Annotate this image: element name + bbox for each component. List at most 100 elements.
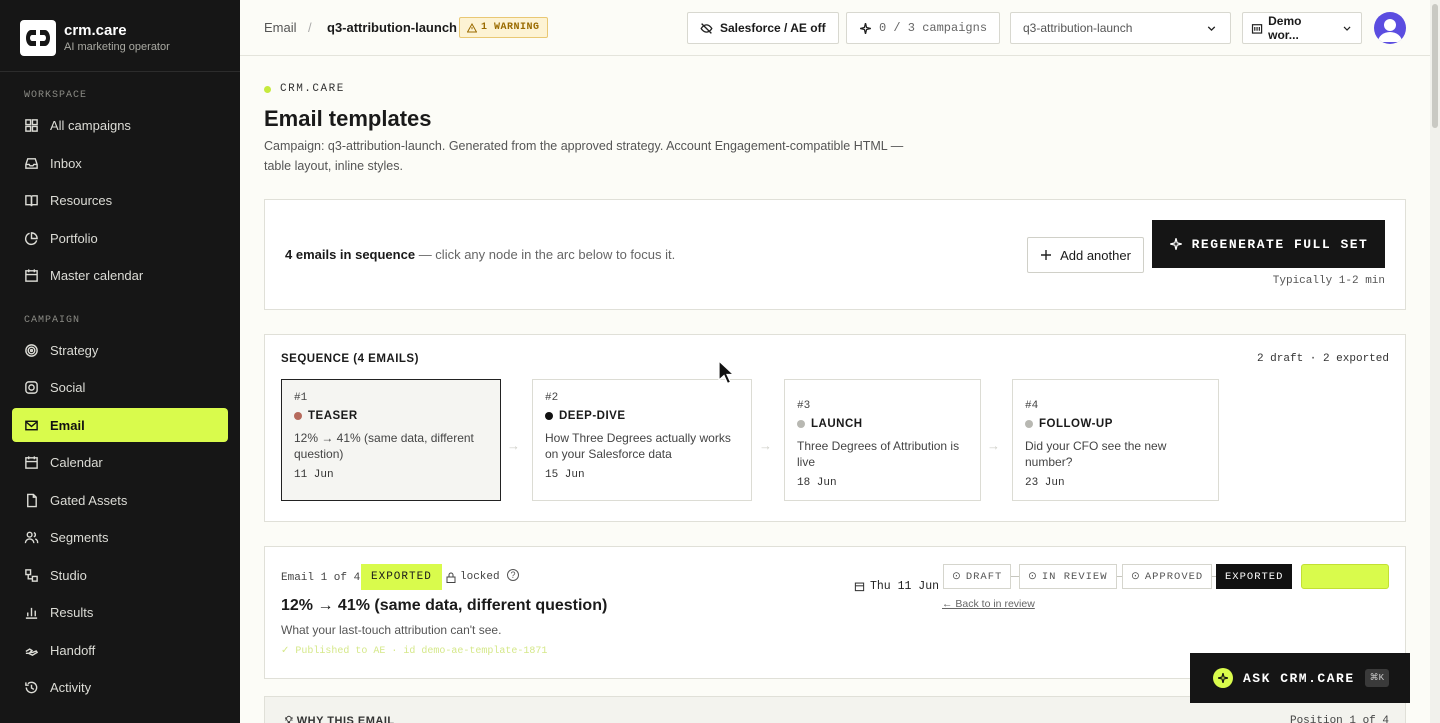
sidebar-item-inbox[interactable]: Inbox bbox=[12, 146, 228, 180]
sequence-title: SEQUENCE (4 EMAILS) bbox=[281, 353, 419, 365]
why-title-label: WHY THIS EMAIL bbox=[296, 715, 395, 723]
topbar: Email / q3-attribution-launch 1 WARNING … bbox=[240, 0, 1430, 56]
plus-icon bbox=[1041, 250, 1052, 260]
email-count: 4 emails in sequence bbox=[285, 247, 416, 262]
workspace-select[interactable]: Demo wor... bbox=[1242, 12, 1362, 44]
calendar-icon bbox=[25, 268, 38, 282]
email-position: Email 1 of 4 bbox=[281, 572, 361, 584]
sequence-node-3[interactable]: #3 LAUNCH Three Degrees of Attribution i… bbox=[784, 379, 981, 501]
warning-icon bbox=[467, 22, 477, 32]
sidebar-item-email[interactable]: Email bbox=[12, 408, 228, 442]
sequence-node-2[interactable]: #2 DEEP-DIVE How Three Degrees actually … bbox=[532, 379, 752, 501]
sidebar-item-label: Activity bbox=[50, 679, 92, 695]
node-status-dot bbox=[1025, 420, 1033, 428]
why-title: 💡︎ WHY THIS EMAIL bbox=[285, 715, 395, 723]
hand-icon bbox=[25, 647, 39, 656]
email-preheader: What your last-touch attribution can't s… bbox=[281, 623, 502, 637]
assistant-sparkle-icon bbox=[1213, 668, 1233, 688]
node-number: #1 bbox=[294, 392, 308, 404]
node-tag: DEEP-DIVE bbox=[545, 410, 739, 422]
sidebar-item-handoff[interactable]: Handoff bbox=[12, 633, 228, 667]
regenerate-full-set-button[interactable]: REGENERATE FULL SET bbox=[1152, 220, 1385, 268]
salesforce-status-label: Salesforce / AE off bbox=[720, 21, 826, 35]
sequence-node-4[interactable]: #4 FOLLOW-UP Did your CFO see the new nu… bbox=[1012, 379, 1219, 501]
primary-action-button[interactable] bbox=[1301, 564, 1389, 589]
regenerate-duration-note: Typically 1-2 min bbox=[1272, 275, 1385, 287]
sparkle-icon bbox=[860, 22, 871, 34]
sidebar-item-segments[interactable]: Segments bbox=[12, 520, 228, 554]
building-icon bbox=[1251, 23, 1263, 34]
page-eyebrow: CRM.CARE bbox=[264, 83, 345, 95]
campaign-select[interactable]: q3-attribution-launch bbox=[1010, 12, 1231, 44]
stage-in-review[interactable]: ⊙ IN REVIEW bbox=[1019, 564, 1117, 589]
ask-label: ASK CRM.CARE bbox=[1243, 670, 1355, 686]
sidebar-item-results[interactable]: Results bbox=[12, 595, 228, 629]
back-to-review-link[interactable]: ← Back to in review bbox=[942, 598, 1035, 610]
user-avatar[interactable] bbox=[1374, 12, 1406, 44]
stage-approved[interactable]: ⊙ APPROVED bbox=[1122, 564, 1213, 589]
stage-label: DRAFT bbox=[965, 570, 1003, 583]
status-dot bbox=[264, 85, 271, 93]
node-number: #2 bbox=[545, 392, 559, 404]
chevron-down-icon bbox=[1343, 26, 1351, 31]
stage-label: IN REVIEW bbox=[1041, 570, 1108, 583]
sidebar-item-gated-assets[interactable]: Gated Assets bbox=[12, 483, 228, 517]
node-date: 23 Jun bbox=[1025, 477, 1065, 489]
salesforce-status-button[interactable]: Salesforce / AE off bbox=[687, 12, 839, 44]
sparkle-icon bbox=[1169, 238, 1182, 250]
stage-draft[interactable]: ⊙ DRAFT bbox=[943, 564, 1012, 589]
page-description: Campaign: q3-attribution-launch. Generat… bbox=[264, 139, 904, 173]
node-tag-label: FOLLOW-UP bbox=[1039, 418, 1113, 430]
book-icon bbox=[25, 194, 38, 206]
node-tag: TEASER bbox=[294, 410, 488, 422]
stage-label: APPROVED bbox=[1144, 570, 1204, 583]
workflow-icon bbox=[25, 568, 38, 582]
locked-label: locked bbox=[460, 571, 500, 583]
node-subject: 12% → 41% (same data, different question… bbox=[294, 431, 474, 461]
sidebar-item-label: Handoff bbox=[50, 642, 96, 658]
stage-exported[interactable]: EXPORTED bbox=[1216, 564, 1293, 589]
add-another-button[interactable]: Add another bbox=[1027, 237, 1144, 273]
sidebar-item-label: Results bbox=[50, 604, 94, 620]
sidebar-item-studio[interactable]: Studio bbox=[12, 558, 228, 592]
send-date-label: Thu 11 Jun bbox=[870, 580, 940, 593]
breadcrumb-root[interactable]: Email bbox=[264, 20, 297, 35]
sidebar-item-social[interactable]: Social bbox=[12, 370, 228, 404]
sequence-card: SEQUENCE (4 EMAILS) 2 draft · 2 exported… bbox=[264, 334, 1406, 522]
campaign-section-label: CAMPAIGN bbox=[24, 315, 81, 326]
send-date[interactable]: Thu 11 Jun bbox=[854, 580, 939, 593]
sidebar-item-label: Segments bbox=[50, 529, 109, 545]
sequence-arrow: → bbox=[987, 438, 1000, 453]
help-icon[interactable]: ? bbox=[507, 569, 519, 581]
sidebar-item-calendar[interactable]: Calendar bbox=[12, 445, 228, 479]
sidebar-item-master-calendar[interactable]: Master calendar bbox=[12, 258, 228, 292]
ask-assistant-button[interactable]: ASK CRM.CARE ⌘K bbox=[1190, 653, 1410, 703]
mouse-cursor-icon bbox=[718, 360, 736, 385]
node-status-dot bbox=[797, 420, 805, 428]
sequence-node-1[interactable]: #1 TEASER 12% → 41% (same data, differen… bbox=[281, 379, 501, 501]
brand[interactable]: crm.care AI marketing operator bbox=[20, 20, 170, 56]
add-another-label: Add another bbox=[1060, 247, 1131, 263]
warning-badge[interactable]: 1 WARNING bbox=[459, 17, 548, 38]
node-date: 15 Jun bbox=[545, 469, 585, 481]
node-subject: Three Degrees of Attribution is live bbox=[797, 439, 960, 469]
sidebar-item-portfolio[interactable]: Portfolio bbox=[12, 221, 228, 255]
sidebar-item-all-campaigns[interactable]: All campaigns bbox=[12, 108, 228, 142]
file-icon bbox=[27, 493, 37, 507]
eye-off-icon bbox=[700, 22, 713, 34]
scrollbar-thumb[interactable] bbox=[1432, 4, 1438, 128]
breadcrumb-separator: / bbox=[308, 20, 312, 35]
workspace-select-value: Demo wor... bbox=[1268, 14, 1302, 42]
locked-indicator: locked bbox=[446, 571, 500, 583]
sidebar-item-strategy[interactable]: Strategy bbox=[12, 333, 228, 367]
status-badge: EXPORTED bbox=[361, 564, 442, 590]
brand-name: crm.care bbox=[64, 22, 127, 39]
sidebar-item-activity[interactable]: Activity bbox=[12, 670, 228, 704]
calendar-icon bbox=[25, 455, 38, 469]
sidebar-item-label: Resources bbox=[50, 192, 113, 208]
sidebar-item-label: Strategy bbox=[50, 342, 99, 358]
brand-tagline: AI marketing operator bbox=[64, 41, 170, 53]
lock-icon bbox=[446, 572, 456, 583]
sidebar-item-resources[interactable]: Resources bbox=[12, 183, 228, 217]
campaigns-count-button[interactable]: 0 / 3 campaigns bbox=[846, 12, 1001, 44]
